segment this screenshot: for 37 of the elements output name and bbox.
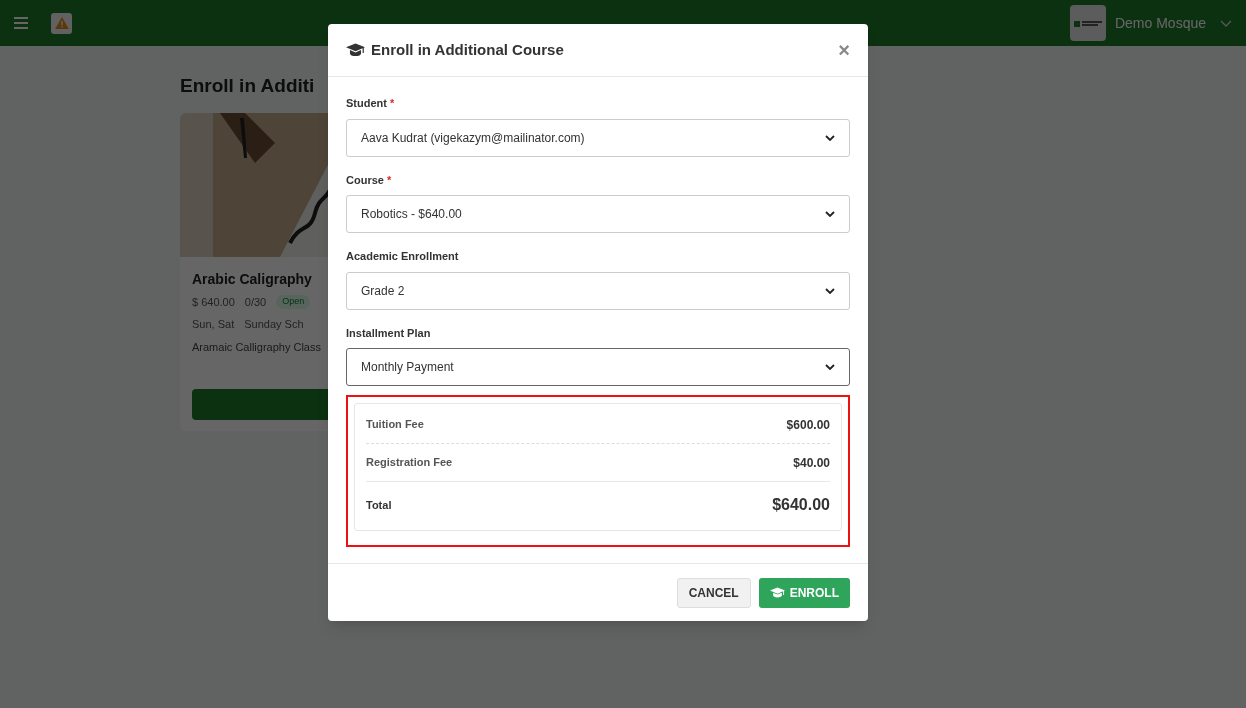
select-field[interactable]: Robotics - $640.00 — [346, 195, 850, 233]
course-price: $ 640.00 — [192, 294, 235, 310]
dialog-title: Enroll in Additional Course — [371, 39, 564, 60]
org-logo-icon — [1069, 5, 1106, 41]
select-field[interactable]: Grade 2 — [346, 271, 850, 310]
close-button[interactable]: × — [838, 40, 850, 60]
chevron-down-icon[interactable] — [1220, 19, 1232, 27]
course-location: Sunday Sch — [244, 317, 304, 332]
fee-label: Tuition Fee — [366, 417, 424, 433]
field-label: Student — [346, 96, 387, 111]
field-label: Installment Plan — [346, 325, 431, 341]
course-days: Sun, Sat — [192, 316, 235, 333]
page-title: Enroll in Additi — [180, 74, 315, 98]
fee-label: Registration Fee — [366, 455, 453, 471]
field-label: Course — [346, 172, 384, 188]
fee-amount: $600.00 — [786, 416, 830, 434]
chevron-down-icon — [825, 364, 835, 370]
course-description: Aramaic Calligraphy Class — [192, 339, 322, 355]
fee-amount: $640.00 — [772, 495, 830, 515]
chevron-down-icon — [825, 287, 835, 294]
field-label: Academic Enrollment — [346, 249, 459, 264]
course-name: Arabic Caligraphy — [192, 269, 313, 289]
fee-label: Total — [366, 497, 392, 513]
select-field[interactable]: Aava Kudrat (vigekazym@mailinator.com) — [346, 118, 850, 157]
chevron-down-icon — [825, 211, 835, 217]
cancel-button[interactable]: CANCEL — [676, 577, 751, 608]
status-badge: Open — [276, 295, 311, 309]
graduation-cap-icon — [769, 586, 785, 599]
menu-icon[interactable] — [14, 17, 28, 29]
required-mark: * — [386, 172, 392, 188]
chevron-down-icon — [825, 134, 835, 141]
graduation-cap-icon — [346, 42, 365, 58]
required-mark: * — [389, 96, 395, 111]
warning-logo-icon[interactable] — [51, 12, 72, 34]
fee-amount: $40.00 — [793, 454, 830, 472]
seat-count: 0/30 — [244, 294, 267, 310]
select-field[interactable]: Monthly Payment — [346, 348, 850, 386]
